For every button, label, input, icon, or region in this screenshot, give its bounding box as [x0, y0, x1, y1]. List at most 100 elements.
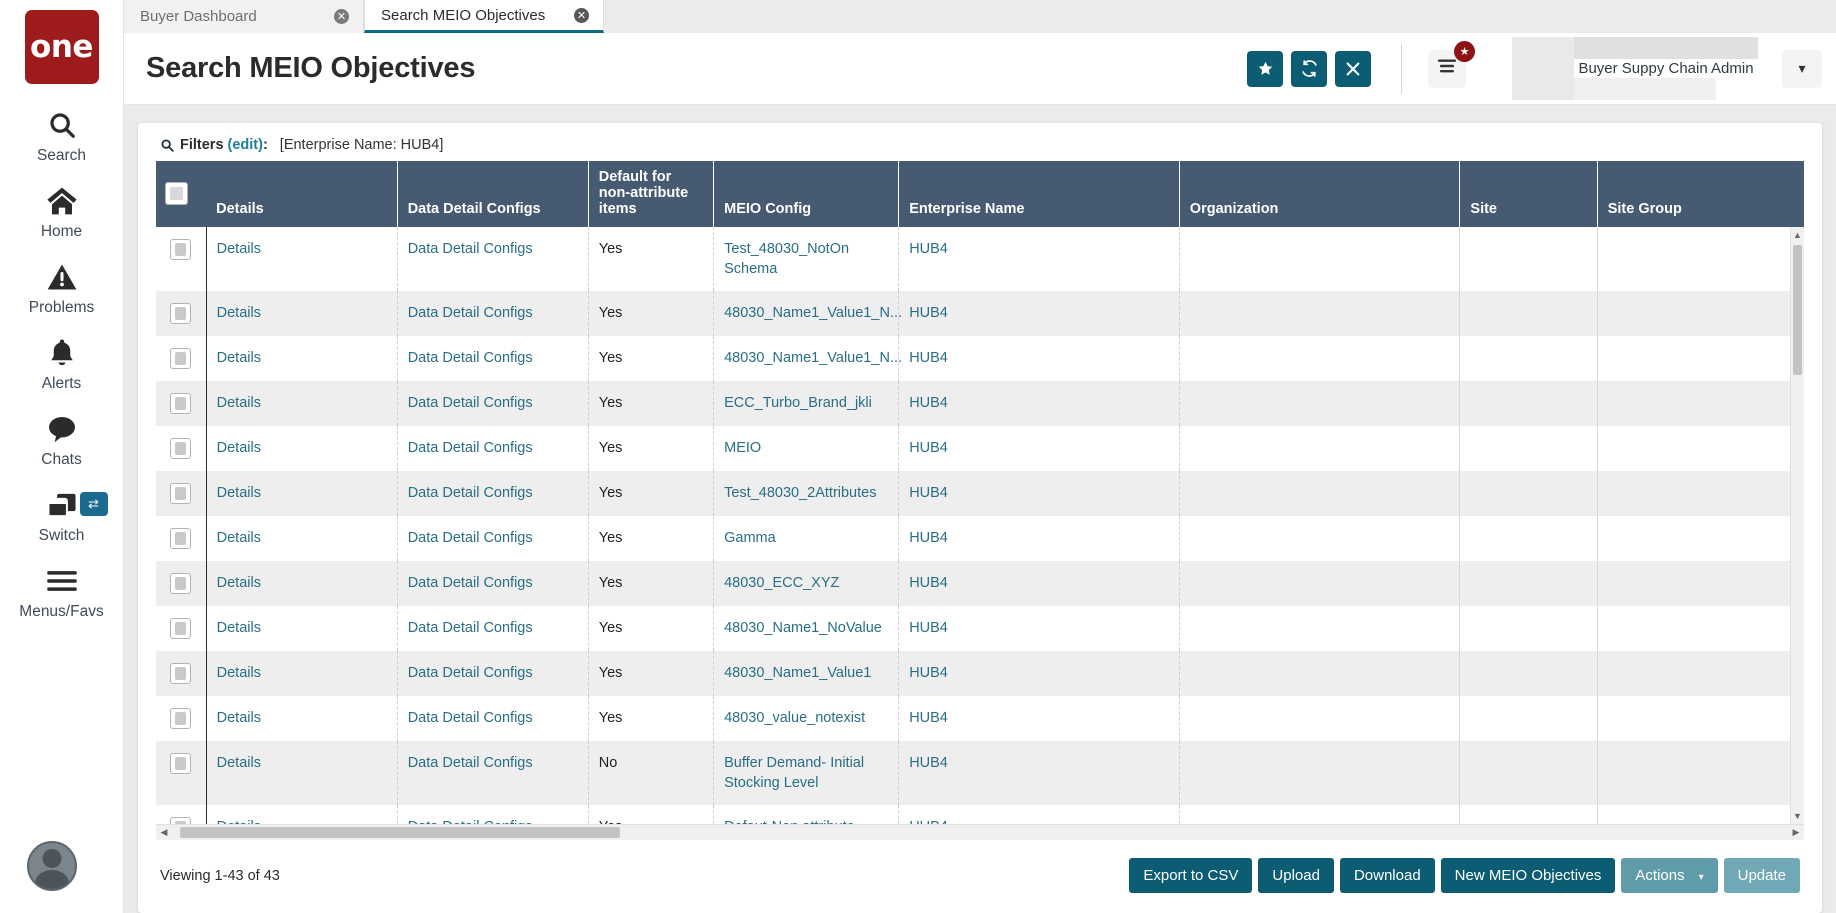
cell-enterprise-name[interactable]: HUB4: [899, 696, 1180, 741]
cell-meio-config[interactable]: 48030_Name1_Value1_N...: [714, 336, 899, 381]
cell-enterprise-name[interactable]: HUB4: [899, 561, 1180, 606]
sidebar-item-problems[interactable]: Problems: [0, 258, 124, 317]
cell-enterprise-name[interactable]: HUB4: [899, 227, 1180, 291]
cell-data-detail-configs[interactable]: Data Detail Configs: [397, 381, 588, 426]
close-button[interactable]: [1335, 51, 1371, 87]
row-select-cell[interactable]: [156, 696, 206, 741]
horizontal-scroll-thumb[interactable]: [180, 827, 620, 838]
sidebar-item-switch[interactable]: ⇄ Switch: [0, 486, 124, 545]
column-header-organization[interactable]: Organization: [1179, 161, 1460, 227]
sidebar-item-home[interactable]: Home: [0, 182, 124, 241]
cell-meio-config[interactable]: Defaut-Non attribute: [714, 805, 899, 824]
brand-logo[interactable]: one: [25, 10, 99, 84]
row-checkbox[interactable]: [170, 483, 191, 504]
row-checkbox[interactable]: [170, 618, 191, 639]
cell-meio-config[interactable]: Gamma: [714, 516, 899, 561]
cell-meio-config[interactable]: 48030_Name1_NoValue: [714, 606, 899, 651]
cell-enterprise-name[interactable]: HUB4: [899, 606, 1180, 651]
cell-meio-config[interactable]: MEIO: [714, 426, 899, 471]
table-row[interactable]: DetailsData Detail ConfigsYes48030_value…: [156, 696, 1804, 741]
upload-button[interactable]: Upload: [1258, 858, 1334, 893]
cell-enterprise-name[interactable]: HUB4: [899, 336, 1180, 381]
row-select-cell[interactable]: [156, 381, 206, 426]
row-checkbox[interactable]: [170, 753, 191, 774]
row-checkbox[interactable]: [170, 239, 191, 260]
cell-meio-config[interactable]: 48030_ECC_XYZ: [714, 561, 899, 606]
table-row[interactable]: DetailsData Detail ConfigsYesTest_48030_…: [156, 227, 1804, 291]
cell-enterprise-name[interactable]: HUB4: [899, 471, 1180, 516]
sidebar-item-search[interactable]: Search: [0, 106, 124, 165]
cell-meio-config[interactable]: ECC_Turbo_Brand_jkli: [714, 381, 899, 426]
cell-details[interactable]: Details: [206, 291, 397, 336]
cell-data-detail-configs[interactable]: Data Detail Configs: [397, 741, 588, 805]
cell-details[interactable]: Details: [206, 606, 397, 651]
row-select-cell[interactable]: [156, 651, 206, 696]
user-menu-caret-button[interactable]: ▾: [1782, 50, 1822, 88]
cell-enterprise-name[interactable]: HUB4: [899, 516, 1180, 561]
cell-details[interactable]: Details: [206, 471, 397, 516]
row-checkbox[interactable]: [170, 817, 191, 824]
row-checkbox[interactable]: [170, 348, 191, 369]
vertical-scroll-thumb[interactable]: [1793, 245, 1802, 375]
table-row[interactable]: DetailsData Detail ConfigsYesDefaut-Non …: [156, 805, 1804, 824]
cell-meio-config[interactable]: Test_48030_2Attributes: [714, 471, 899, 516]
row-checkbox[interactable]: [170, 438, 191, 459]
row-checkbox[interactable]: [170, 303, 191, 324]
row-select-cell[interactable]: [156, 426, 206, 471]
cell-meio-config[interactable]: Test_48030_NotOn Schema: [714, 227, 899, 291]
row-select-cell[interactable]: [156, 227, 206, 291]
favorite-button[interactable]: [1247, 51, 1283, 87]
close-icon[interactable]: ✕: [334, 9, 349, 24]
cell-details[interactable]: Details: [206, 516, 397, 561]
menus-favs-button[interactable]: ★: [1428, 50, 1466, 88]
refresh-button[interactable]: [1291, 51, 1327, 87]
cell-enterprise-name[interactable]: HUB4: [899, 291, 1180, 336]
column-header-meio-config[interactable]: MEIO Config: [714, 161, 899, 227]
horizontal-scrollbar[interactable]: ◀ ▶: [156, 824, 1804, 840]
row-select-cell[interactable]: [156, 291, 206, 336]
row-checkbox[interactable]: [170, 663, 191, 684]
row-checkbox[interactable]: [170, 528, 191, 549]
tab-search-meio-objectives[interactable]: Search MEIO Objectives ✕: [364, 0, 604, 33]
row-select-cell[interactable]: [156, 516, 206, 561]
switch-toggle-badge[interactable]: ⇄: [80, 492, 108, 516]
row-select-cell[interactable]: [156, 471, 206, 516]
table-row[interactable]: DetailsData Detail ConfigsYes48030_Name1…: [156, 606, 1804, 651]
cell-details[interactable]: Details: [206, 426, 397, 471]
row-checkbox[interactable]: [170, 573, 191, 594]
row-select-cell[interactable]: [156, 805, 206, 824]
cell-enterprise-name[interactable]: HUB4: [899, 426, 1180, 471]
row-select-cell[interactable]: [156, 561, 206, 606]
cell-details[interactable]: Details: [206, 696, 397, 741]
table-row[interactable]: DetailsData Detail ConfigsYesGammaHUB4: [156, 516, 1804, 561]
column-header-site-group[interactable]: Site Group: [1597, 161, 1804, 227]
cell-data-detail-configs[interactable]: Data Detail Configs: [397, 291, 588, 336]
cell-details[interactable]: Details: [206, 336, 397, 381]
cell-meio-config[interactable]: 48030_Name1_Value1: [714, 651, 899, 696]
cell-meio-config[interactable]: 48030_value_notexist: [714, 696, 899, 741]
row-select-cell[interactable]: [156, 606, 206, 651]
table-row[interactable]: DetailsData Detail ConfigsYesMEIOHUB4: [156, 426, 1804, 471]
cell-meio-config[interactable]: Buffer Demand- Initial Stocking Level: [714, 741, 899, 805]
table-row[interactable]: DetailsData Detail ConfigsNoBuffer Deman…: [156, 741, 1804, 805]
row-select-cell[interactable]: [156, 741, 206, 805]
cell-data-detail-configs[interactable]: Data Detail Configs: [397, 426, 588, 471]
select-all-checkbox[interactable]: [165, 182, 188, 205]
filters-edit-link[interactable]: (edit): [228, 137, 263, 153]
column-header-default-for-non-attribute-items[interactable]: Default for non-attribute items: [588, 161, 713, 227]
column-header-data-detail-configs[interactable]: Data Detail Configs: [397, 161, 588, 227]
table-row[interactable]: DetailsData Detail ConfigsYesECC_Turbo_B…: [156, 381, 1804, 426]
cell-data-detail-configs[interactable]: Data Detail Configs: [397, 651, 588, 696]
scroll-right-icon[interactable]: ▶: [1788, 825, 1804, 840]
vertical-scrollbar[interactable]: ▲ ▼: [1790, 227, 1804, 824]
cell-data-detail-configs[interactable]: Data Detail Configs: [397, 696, 588, 741]
scroll-up-icon[interactable]: ▲: [1791, 227, 1804, 243]
row-checkbox[interactable]: [170, 393, 191, 414]
actions-button[interactable]: Actions▾: [1621, 858, 1717, 893]
download-button[interactable]: Download: [1340, 858, 1435, 893]
sidebar-item-menus-favs[interactable]: Menus/Favs: [0, 562, 124, 621]
table-row[interactable]: DetailsData Detail ConfigsYes48030_Name1…: [156, 651, 1804, 696]
cell-enterprise-name[interactable]: HUB4: [899, 805, 1180, 824]
cell-meio-config[interactable]: 48030_Name1_Value1_N...: [714, 291, 899, 336]
table-body-scroll[interactable]: DetailsData Detail ConfigsYesTest_48030_…: [156, 227, 1804, 824]
